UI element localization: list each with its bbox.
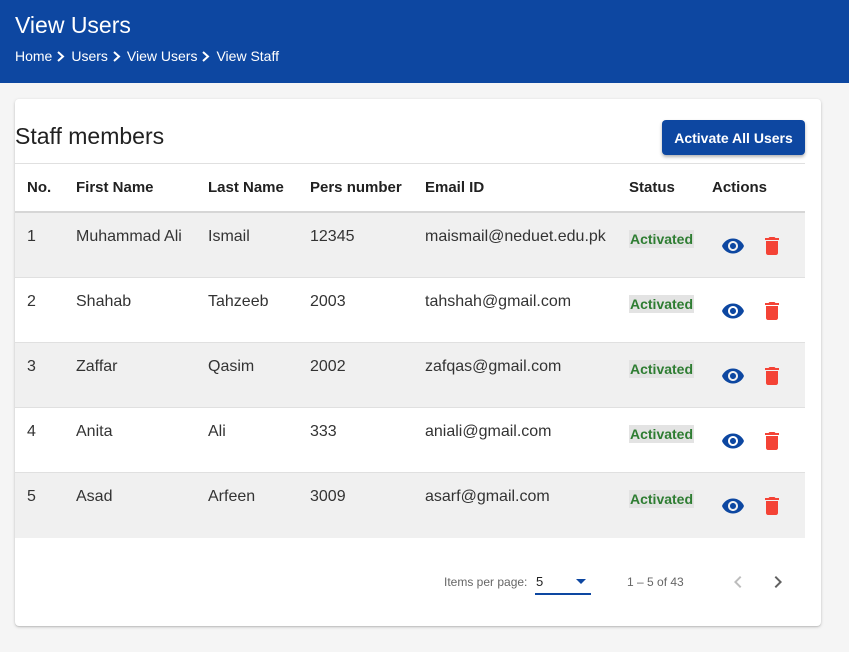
cell-pers-number: 2003 [310,293,346,310]
status-badge: Activated [629,425,695,443]
column-header-email: Email ID [425,179,485,196]
chevron-right-icon [774,576,782,588]
status-badge: Activated [629,360,695,378]
page-range-label: 1 – 5 of 43 [627,575,684,589]
staff-table: No. First Name Last Name Pers number Ema… [15,163,805,538]
breadcrumb-view-staff: View Staff [216,48,279,64]
paginator: Items per page: 5 1 – 5 of 43 [15,567,821,597]
cell-no: 3 [27,358,36,375]
trash-icon [760,364,784,388]
delete-user-button[interactable] [760,233,784,259]
cell-pers-number: 3009 [310,488,346,505]
column-header-last-name: Last Name [208,179,284,196]
staff-card: Staff members Activate All Users No. Fir… [15,99,821,626]
table-body: 1 Muhammad Ali Ismail 12345 maismail@neduet.… [15,213,805,538]
trash-icon [760,234,784,258]
eye-icon [721,299,745,323]
table-header: No. First Name Last Name Pers number Ema… [15,163,805,213]
table-row: 5 Asad Arfeen 3009 asarf@gmail.com Activated [15,473,805,538]
cell-no: 5 [27,488,36,505]
view-user-button[interactable] [720,493,746,519]
cell-email: aniali@gmail.com [425,423,552,440]
breadcrumb-users[interactable]: Users [71,48,108,64]
cell-first-name: Anita [76,423,113,440]
column-header-actions: Actions [712,179,768,196]
cell-last-name: Tahzeeb [208,293,269,310]
cell-first-name: Muhammad Ali [76,228,182,245]
cell-email: asarf@gmail.com [425,488,550,505]
view-user-button[interactable] [720,298,746,324]
cell-last-name: Ismail [208,228,250,245]
eye-icon [721,494,745,518]
breadcrumb-home[interactable]: Home [15,48,52,64]
cell-pers-number: 12345 [310,228,355,245]
items-per-page-select[interactable]: 5 [535,569,591,595]
delete-user-button[interactable] [760,363,784,389]
eye-icon [721,429,745,453]
table-row: 4 Anita Ali 333 aniali@gmail.com Activated [15,408,805,473]
chevron-right-icon [111,49,124,63]
trash-icon [760,299,784,323]
status-badge: Activated [629,230,695,248]
cell-first-name: Asad [76,488,113,505]
cell-email: zafqas@gmail.com [425,358,562,375]
cell-no: 2 [27,293,36,310]
items-per-page-value: 5 [536,574,544,589]
page-title: View Users [15,12,131,38]
eye-icon [721,234,745,258]
items-per-page-label: Items per page: [444,575,528,589]
status-badge: Activated [629,295,695,313]
cell-first-name: Zaffar [76,358,118,375]
eye-icon [721,364,745,388]
cell-no: 1 [27,228,36,245]
delete-user-button[interactable] [760,428,784,454]
trash-icon [760,494,784,518]
delete-user-button[interactable] [760,298,784,324]
view-user-button[interactable] [720,233,746,259]
chevron-right-icon [200,49,213,63]
cell-pers-number: 2002 [310,358,346,375]
breadcrumb: Home Users View Users View Staff [15,48,279,64]
breadcrumb-view-users[interactable]: View Users [127,48,198,64]
table-row: 1 Muhammad Ali Ismail 12345 maismail@neduet.… [15,213,805,278]
view-user-button[interactable] [720,363,746,389]
chevron-left-icon [734,576,742,588]
cell-no: 4 [27,423,36,440]
previous-page-button[interactable] [726,570,750,594]
cell-first-name: Shahab [76,293,132,310]
cell-last-name: Ali [208,423,226,440]
cell-email: tahshah@gmail.com [425,293,572,310]
delete-user-button[interactable] [760,493,784,519]
column-header-pers-number: Pers number [310,179,402,196]
chevron-right-icon [55,49,68,63]
caret-down-icon [576,579,586,584]
card-title: Staff members [15,123,165,149]
column-header-no: No. [27,179,52,196]
cell-email: maismail@neduet.edu.pk [425,228,606,245]
column-header-status: Status [629,179,675,196]
column-header-first-name: First Name [76,179,154,196]
page-header: View Users Home Users View Users View St… [0,0,849,83]
cell-pers-number: 333 [310,423,337,440]
activate-all-users-button[interactable]: Activate All Users [662,120,805,155]
cell-last-name: Arfeen [208,488,256,505]
status-badge: Activated [629,490,695,508]
table-row: 3 Zaffar Qasim 2002 zafqas@gmail.com Activate… [15,343,805,408]
view-user-button[interactable] [720,428,746,454]
trash-icon [760,429,784,453]
next-page-button[interactable] [766,570,790,594]
cell-last-name: Qasim [208,358,255,375]
table-row: 2 Shahab Tahzeeb 2003 tahshah@gmail.com Activ… [15,278,805,343]
